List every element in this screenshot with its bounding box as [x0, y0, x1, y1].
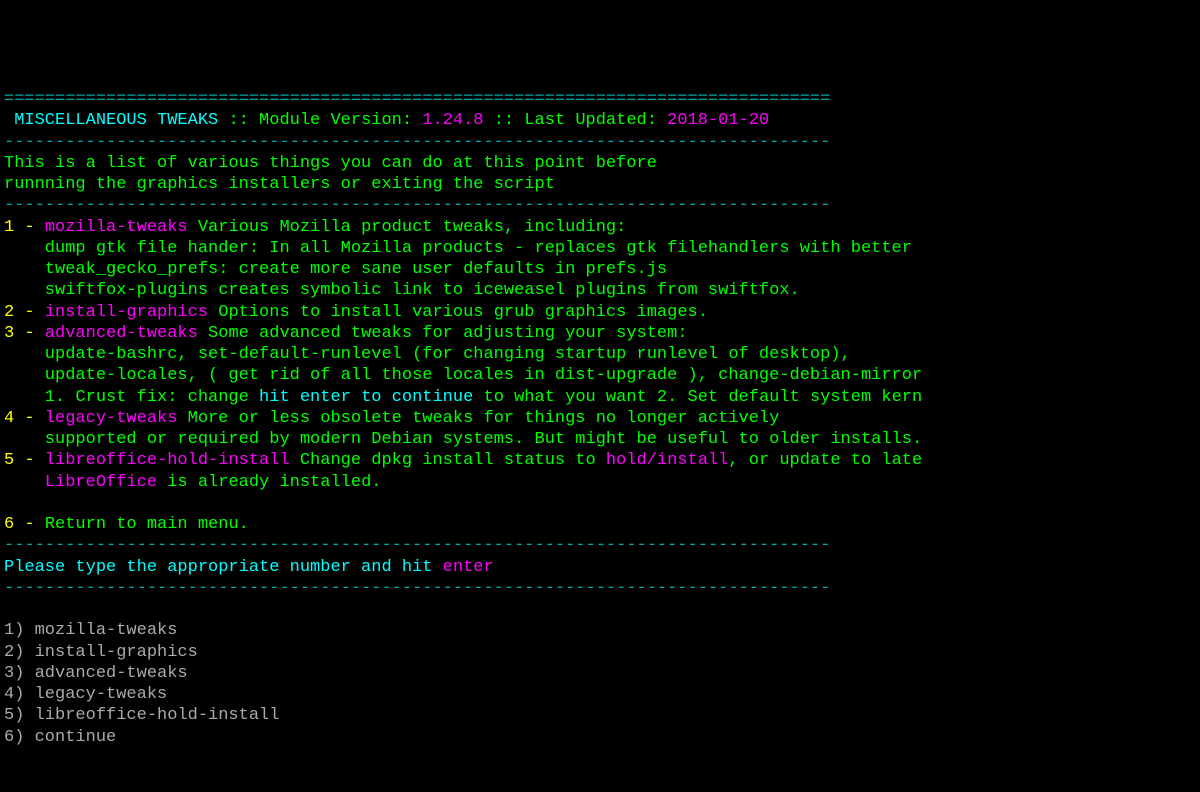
item-key: legacy-tweaks	[45, 409, 188, 428]
intro-line-2: runnning the graphics installers or exit…	[4, 175, 555, 194]
intro-line-1: This is a list of various things you can…	[4, 154, 657, 173]
item-key: install-graphics	[45, 303, 218, 322]
divider: ----------------------------------------…	[4, 196, 830, 215]
updated-value: 2018-01-20	[667, 111, 769, 130]
menu-option[interactable]: 4) legacy-tweaks	[4, 685, 167, 704]
menu-option[interactable]: 6) continue	[4, 728, 116, 747]
menu-option[interactable]: 1) mozilla-tweaks	[4, 621, 177, 640]
item-desc: swiftfox-plugins creates symbolic link t…	[4, 281, 800, 300]
item-number: 6 -	[4, 515, 45, 534]
menu-option[interactable]: 2) install-graphics	[4, 643, 198, 662]
version-value: 1.24.8	[422, 111, 493, 130]
item-desc: tweak_gecko_prefs: create more sane user…	[4, 260, 667, 279]
item-desc	[4, 473, 45, 492]
header-border-top: ========================================…	[4, 90, 830, 109]
sep: ::	[494, 111, 525, 130]
prompt-text: Please type the appropriate number and h…	[4, 558, 443, 577]
item-key: advanced-tweaks	[45, 324, 208, 343]
item-number: 2 -	[4, 303, 45, 322]
item-desc: More or less obsolete tweaks for things …	[188, 409, 780, 428]
item-desc: Various Mozilla product tweaks, includin…	[198, 218, 626, 237]
item-desc: 1. Crust fix: change	[4, 388, 259, 407]
item-key: libreoffice-hold-install	[45, 451, 300, 470]
item-desc: Options to install various grub graphics…	[218, 303, 708, 322]
item-desc: is already installed.	[157, 473, 381, 492]
divider: ----------------------------------------…	[4, 133, 830, 152]
item-desc: Some advanced tweaks for adjusting your …	[208, 324, 687, 343]
item-desc: supported or required by modern Debian s…	[4, 430, 922, 449]
item-desc: to what you want 2. Set default system k…	[473, 388, 922, 407]
prompt-key: enter	[443, 558, 494, 577]
version-label: Module Version:	[259, 111, 422, 130]
menu-option[interactable]: 5) libreoffice-hold-install	[4, 706, 279, 725]
item-number: 1 -	[4, 218, 45, 237]
highlight-phrase: hold/install	[606, 451, 728, 470]
item-number: 3 -	[4, 324, 45, 343]
item-desc: Return to main menu.	[45, 515, 249, 534]
item-key: mozilla-tweaks	[45, 218, 198, 237]
updated-label: Last Updated:	[524, 111, 667, 130]
module-title: MISCELLANEOUS TWEAKS	[4, 111, 228, 130]
item-number: 4 -	[4, 409, 45, 428]
menu-option[interactable]: 3) advanced-tweaks	[4, 664, 188, 683]
item-number: 5 -	[4, 451, 45, 470]
divider: ----------------------------------------…	[4, 579, 830, 598]
item-desc: update-locales, ( get rid of all those l…	[4, 366, 922, 385]
item-desc: update-bashrc, set-default-runlevel (for…	[4, 345, 851, 364]
sep: ::	[228, 111, 259, 130]
item-desc: , or update to late	[728, 451, 922, 470]
divider: ----------------------------------------…	[4, 536, 830, 555]
highlight-phrase: LibreOffice	[45, 473, 157, 492]
item-desc: Change dpkg install status to	[300, 451, 606, 470]
item-desc: dump gtk file hander: In all Mozilla pro…	[4, 239, 912, 258]
highlight-phrase: hit enter to continue	[259, 388, 473, 407]
